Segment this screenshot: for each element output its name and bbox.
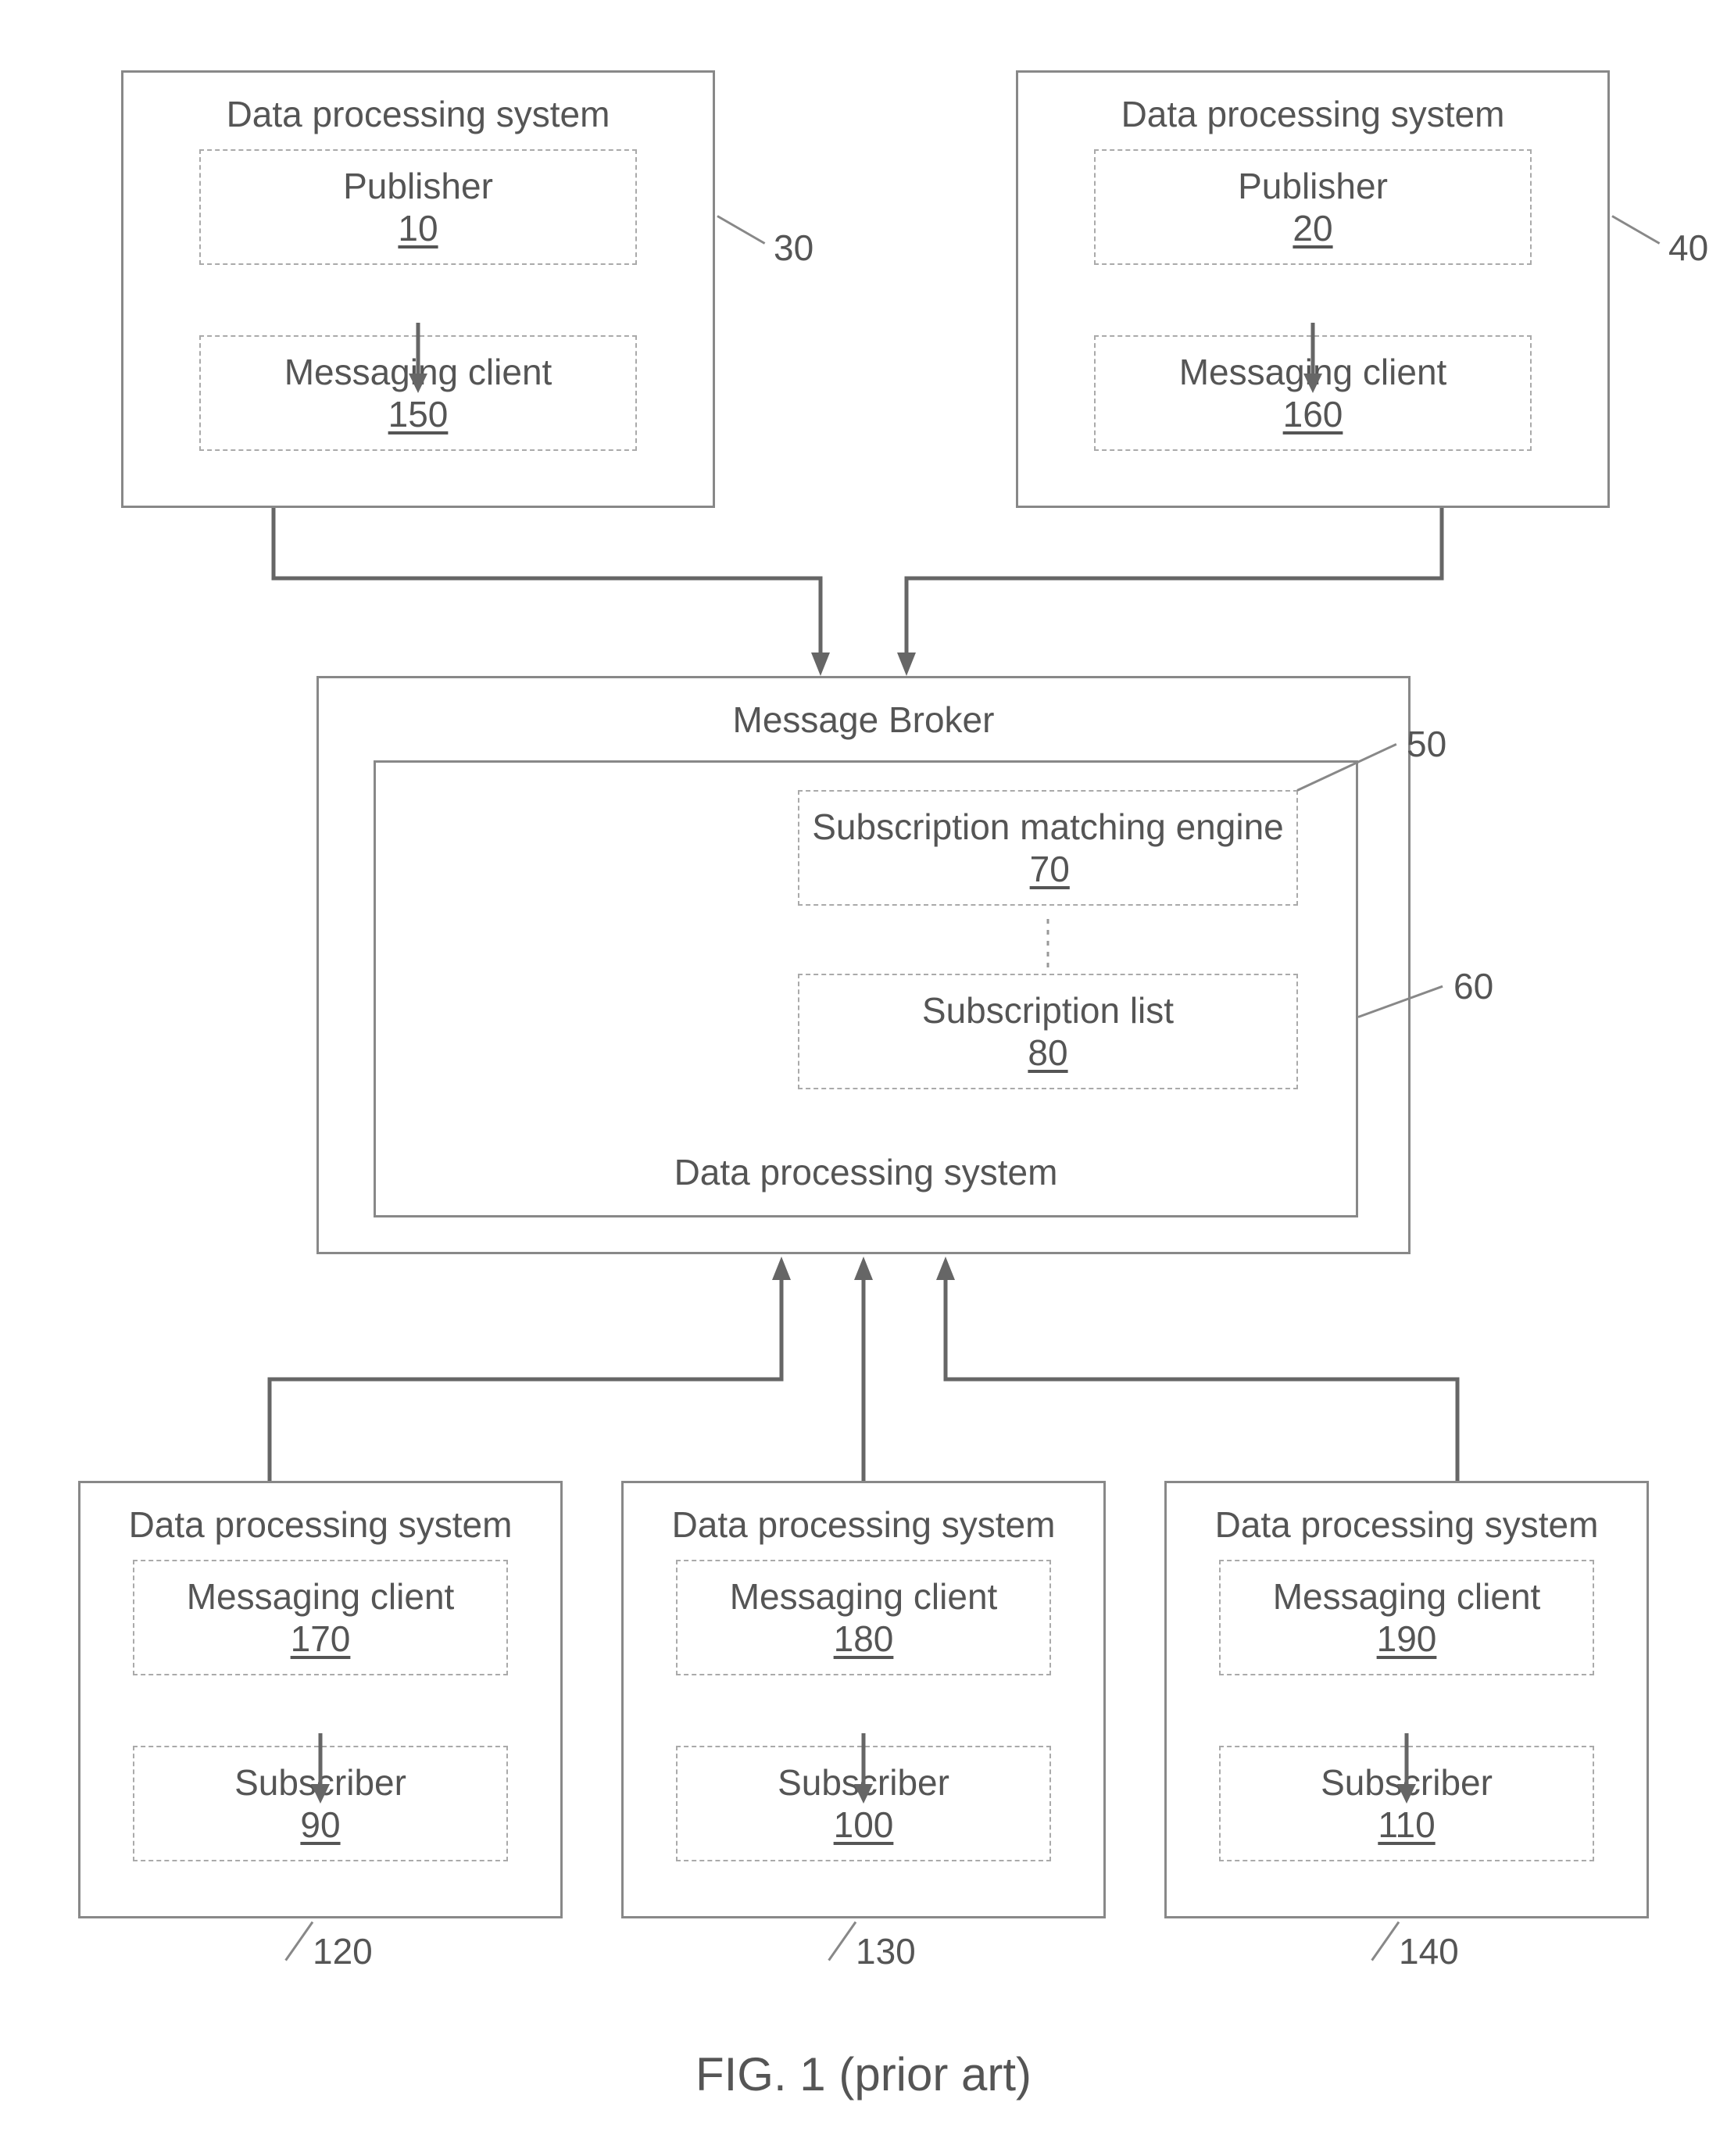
engine-title: Subscription matching engine (812, 806, 1283, 847)
client-ref: 170 (142, 1618, 499, 1660)
publisher-right-system: Data processing system Publisher 20 Mess… (1016, 70, 1610, 508)
publisher-title: Publisher (1103, 165, 1522, 207)
sub-ref: 110 (1228, 1804, 1585, 1846)
client-title: Messaging client (1228, 1575, 1585, 1618)
dps-title: Data processing system (1167, 1483, 1647, 1560)
leader-140 (1371, 1922, 1400, 1961)
dps-title: Data processing system (123, 73, 713, 149)
publisher-title: Publisher (209, 165, 628, 207)
arrow-client-to-sub-mid (852, 1733, 875, 1804)
arrow-sub-right-to-broker (934, 1254, 1481, 1481)
arrow-pub-to-client-right (1301, 323, 1325, 393)
ref-40: 40 (1668, 227, 1708, 269)
ref-120: 120 (313, 1930, 373, 1972)
dotted-connector (1044, 919, 1052, 974)
dps-title: Data processing system (624, 1483, 1103, 1560)
subscription-list: Subscription list 80 (798, 974, 1298, 1089)
engine-ref: 70 (1030, 849, 1070, 889)
subscriber-left-system: Data processing system Messaging client … (78, 1481, 563, 1918)
arrow-left-pub-to-broker (274, 508, 852, 680)
arrow-pub-to-client-left (406, 323, 430, 393)
figure-caption: FIG. 1 (prior art) (0, 2047, 1727, 2101)
leader-40 (1611, 215, 1660, 245)
list-title: Subscription list (807, 989, 1289, 1032)
sub-ref: 100 (685, 1804, 1042, 1846)
leader-130 (828, 1922, 856, 1961)
subscription-engine: Subscription matching engine 70 (798, 790, 1298, 906)
messaging-client-block: Messaging client 170 (133, 1560, 508, 1675)
client-ref: 180 (685, 1618, 1042, 1660)
leader-120 (284, 1922, 313, 1961)
publisher-ref: 20 (1103, 207, 1522, 249)
dps-title: Data processing system (1018, 73, 1607, 149)
ref-140: 140 (1399, 1930, 1459, 1972)
client-ref: 160 (1103, 393, 1522, 435)
diagram-canvas: Data processing system Publisher 10 Mess… (0, 0, 1727, 2156)
messaging-client-block: Messaging client 180 (676, 1560, 1051, 1675)
dps-title: Data processing system (80, 1483, 560, 1560)
dps-title: Data processing system (376, 1131, 1356, 1207)
subscriber-mid-system: Data processing system Messaging client … (621, 1481, 1106, 1918)
client-ref: 190 (1228, 1618, 1585, 1660)
arrow-client-to-sub-left (309, 1733, 332, 1804)
ref-50: 50 (1407, 723, 1446, 765)
publisher-ref: 10 (209, 207, 628, 249)
publisher-block: Publisher 20 (1094, 149, 1532, 265)
arrow-client-to-sub-right (1395, 1733, 1418, 1804)
arrow-right-pub-to-broker (895, 508, 1473, 680)
ref-60: 60 (1453, 965, 1493, 1007)
subscriber-right-system: Data processing system Messaging client … (1164, 1481, 1649, 1918)
sub-ref: 90 (142, 1804, 499, 1846)
messaging-client-block: Messaging client 190 (1219, 1560, 1594, 1675)
leader-30 (717, 215, 765, 245)
client-title: Messaging client (142, 1575, 499, 1618)
list-ref: 80 (807, 1032, 1289, 1074)
arrow-sub-mid-to-broker (852, 1254, 875, 1481)
client-ref: 150 (209, 393, 628, 435)
message-broker: Message Broker Subscription matching eng… (316, 676, 1411, 1254)
ref-30: 30 (774, 227, 813, 269)
publisher-left-system: Data processing system Publisher 10 Mess… (121, 70, 715, 508)
broker-title: Message Broker (319, 678, 1408, 755)
broker-dps: Subscription matching engine 70 Subscrip… (374, 760, 1358, 1217)
client-title: Messaging client (685, 1575, 1042, 1618)
arrow-sub-left-to-broker (270, 1254, 817, 1481)
ref-130: 130 (856, 1930, 916, 1972)
publisher-block: Publisher 10 (199, 149, 637, 265)
